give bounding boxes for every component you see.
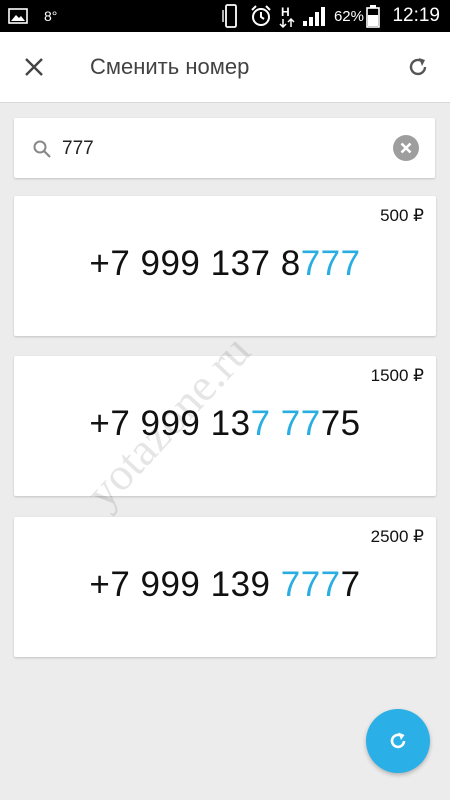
number-card[interactable]: 500 ₽ +7 999 137 8777 [14, 196, 436, 336]
clock: 12:19 [392, 5, 440, 26]
close-icon[interactable] [22, 55, 46, 79]
refresh-icon[interactable] [406, 55, 430, 79]
search-input[interactable] [60, 132, 384, 166]
phone-icon [222, 0, 240, 32]
status-bar: 8° H 62% 12:19 [0, 0, 450, 32]
refresh-icon [390, 732, 406, 749]
phone-number: +7 999 139 7777 [14, 565, 436, 605]
search-bar [14, 118, 435, 178]
number-prefix: +7 999 13 [89, 404, 251, 443]
number-card[interactable]: 2500 ₽ +7 999 139 7777 [14, 517, 436, 657]
number-card[interactable]: 1500 ₽ +7 999 137 7775 [14, 356, 436, 496]
number-suffix: 7 [340, 565, 361, 604]
clear-icon[interactable] [393, 135, 419, 161]
number-prefix: +7 999 139 [89, 565, 281, 604]
battery-percent: 62% [333, 7, 364, 25]
network-type-text: H [281, 5, 290, 19]
alarm-icon [249, 0, 273, 32]
number-match: 7 77 [250, 404, 321, 443]
price-label: 500 ₽ [380, 206, 424, 225]
number-match: 777 [300, 244, 361, 283]
number-suffix: 75 [320, 404, 361, 443]
number-match: 777 [280, 565, 341, 604]
search-icon [32, 139, 52, 164]
battery-icon [366, 0, 380, 32]
image-icon [8, 0, 28, 32]
signal-icon [302, 0, 326, 32]
price-label: 2500 ₽ [370, 527, 424, 546]
page-title: Сменить номер [90, 54, 250, 79]
app-bar: Сменить номер [0, 32, 450, 103]
refresh-fab-button[interactable] [366, 709, 430, 773]
network-h-icon: H [278, 0, 298, 32]
phone-number: +7 999 137 7775 [14, 404, 436, 444]
temperature-text: 8° [44, 8, 58, 24]
price-label: 1500 ₽ [370, 366, 424, 385]
number-prefix: +7 999 137 8 [89, 244, 301, 283]
phone-number: +7 999 137 8777 [14, 244, 436, 284]
